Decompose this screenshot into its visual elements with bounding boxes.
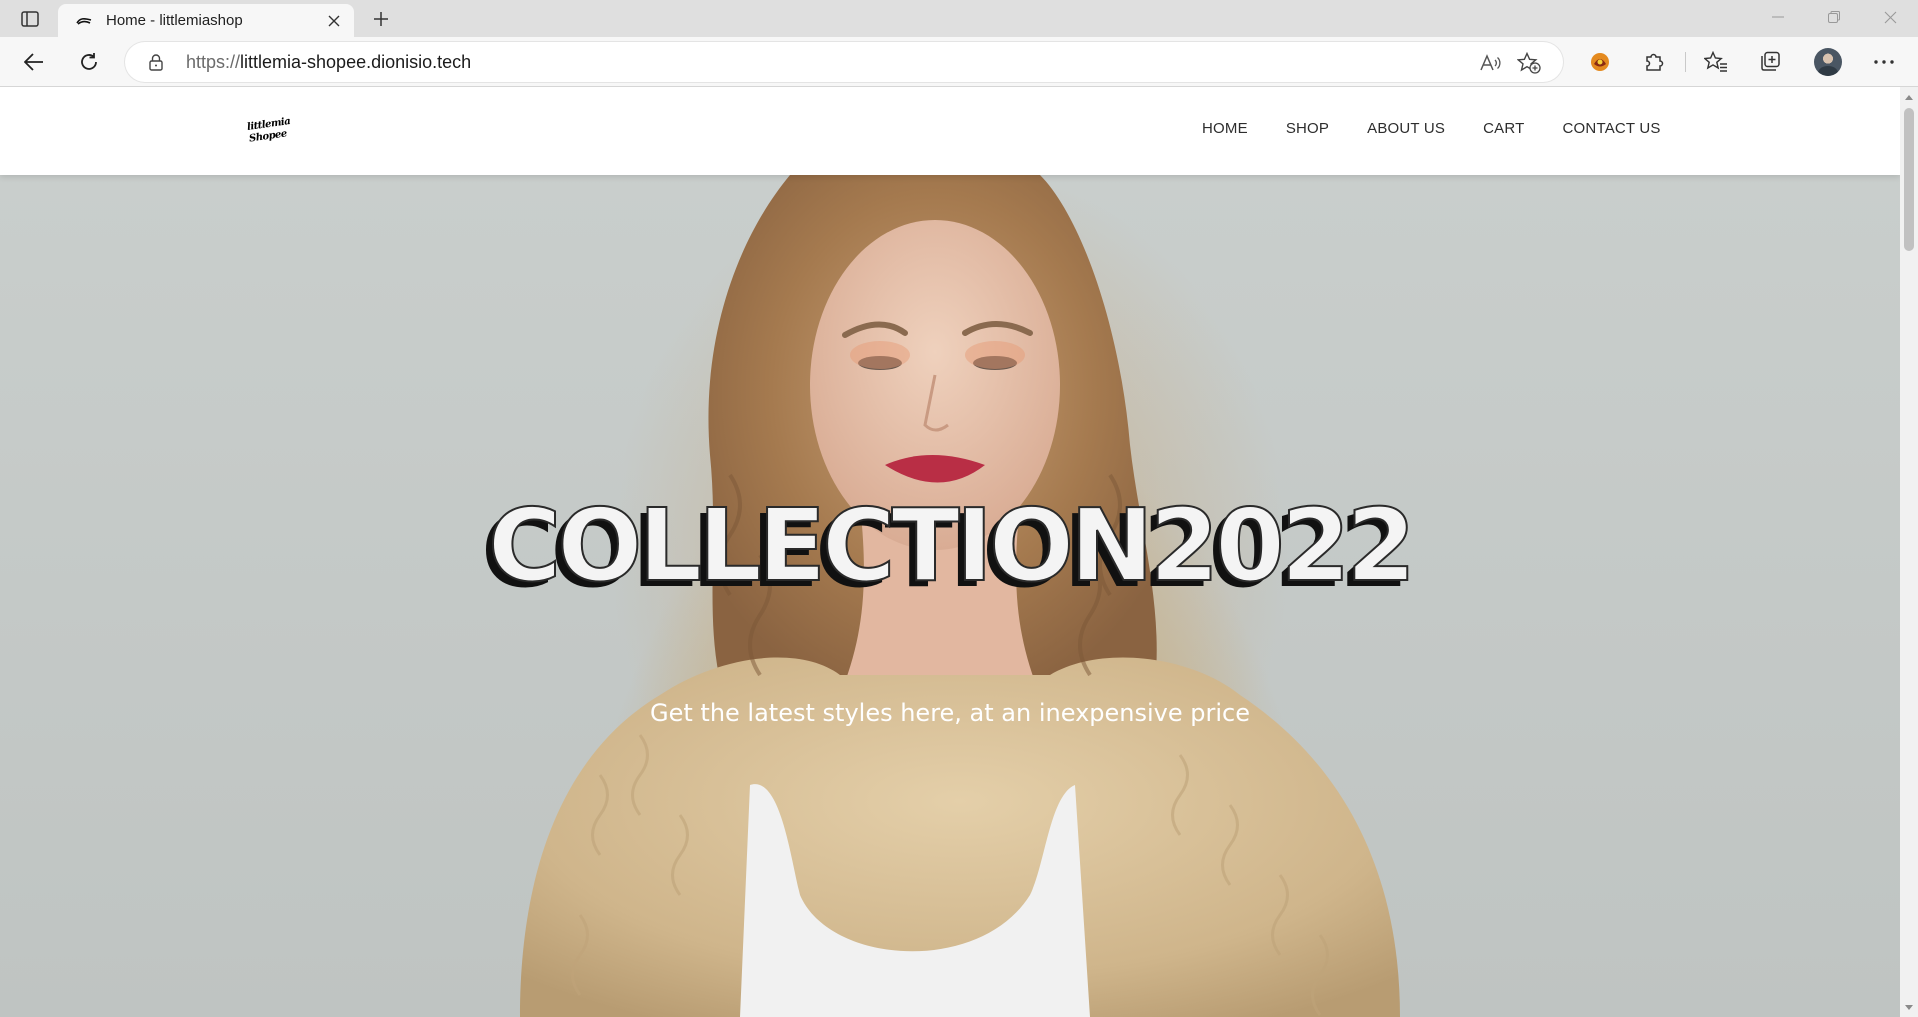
nav-home[interactable]: HOME bbox=[1202, 120, 1248, 137]
url-text[interactable]: https://littlemia-shopee.dionisio.tech bbox=[186, 52, 471, 73]
scroll-down-icon[interactable] bbox=[1900, 999, 1918, 1015]
read-aloud-icon[interactable] bbox=[1478, 50, 1504, 76]
refresh-icon[interactable] bbox=[71, 45, 107, 79]
nav-shop[interactable]: SHOP bbox=[1286, 120, 1329, 137]
scroll-up-icon[interactable] bbox=[1900, 89, 1918, 105]
close-icon[interactable] bbox=[320, 7, 348, 35]
favorites-icon[interactable] bbox=[1698, 45, 1734, 79]
hero-subtitle: Get the latest styles here, at an inexpe… bbox=[650, 699, 1250, 727]
browser-toolbar: https://littlemia-shopee.dionisio.tech bbox=[0, 37, 1918, 87]
nav-contact-us[interactable]: CONTACT US bbox=[1563, 120, 1661, 137]
tab-title: Home - littlemiashop bbox=[106, 12, 243, 29]
site-logo[interactable]: littlemia Shopee bbox=[244, 116, 290, 149]
url-scheme: https:// bbox=[186, 52, 241, 72]
more-icon[interactable] bbox=[1866, 45, 1902, 79]
tab-actions-icon[interactable] bbox=[14, 6, 46, 32]
littlemia-favicon bbox=[76, 13, 92, 29]
toolbar-separator bbox=[1685, 52, 1686, 72]
hero-title: COLLECTION2022 bbox=[487, 486, 1417, 605]
avatar[interactable] bbox=[1814, 48, 1842, 76]
scroll-thumb[interactable] bbox=[1904, 108, 1914, 251]
url-host: littlemia-shopee.dionisio.tech bbox=[240, 52, 472, 72]
minimize-icon[interactable] bbox=[1750, 0, 1806, 34]
nav-cart[interactable]: CART bbox=[1483, 120, 1524, 137]
restore-icon[interactable] bbox=[1806, 0, 1862, 34]
puzzle-icon[interactable] bbox=[1636, 45, 1672, 79]
main-nav: HOME SHOP ABOUT US CART CONTACT US bbox=[1202, 120, 1661, 137]
close-icon[interactable] bbox=[1862, 0, 1918, 34]
address-bar[interactable]: https://littlemia-shopee.dionisio.tech bbox=[125, 42, 1563, 82]
extension-icon[interactable] bbox=[1582, 45, 1618, 79]
browser-tab[interactable]: Home - littlemiashop bbox=[58, 4, 354, 37]
site-header: littlemia Shopee HOME SHOP ABOUT US CART… bbox=[0, 87, 1900, 175]
lock-icon[interactable] bbox=[147, 53, 165, 71]
collections-icon[interactable] bbox=[1752, 45, 1788, 79]
add-favorite-icon[interactable] bbox=[1516, 50, 1542, 76]
page-viewport: littlemia Shopee HOME SHOP ABOUT US CART… bbox=[0, 87, 1900, 1017]
back-arrow-icon[interactable] bbox=[16, 45, 52, 79]
tab-bar: Home - littlemiashop bbox=[0, 0, 1918, 37]
nav-about-us[interactable]: ABOUT US bbox=[1367, 120, 1445, 137]
plus-icon[interactable] bbox=[366, 4, 396, 34]
page-scrollbar[interactable] bbox=[1900, 87, 1918, 1017]
